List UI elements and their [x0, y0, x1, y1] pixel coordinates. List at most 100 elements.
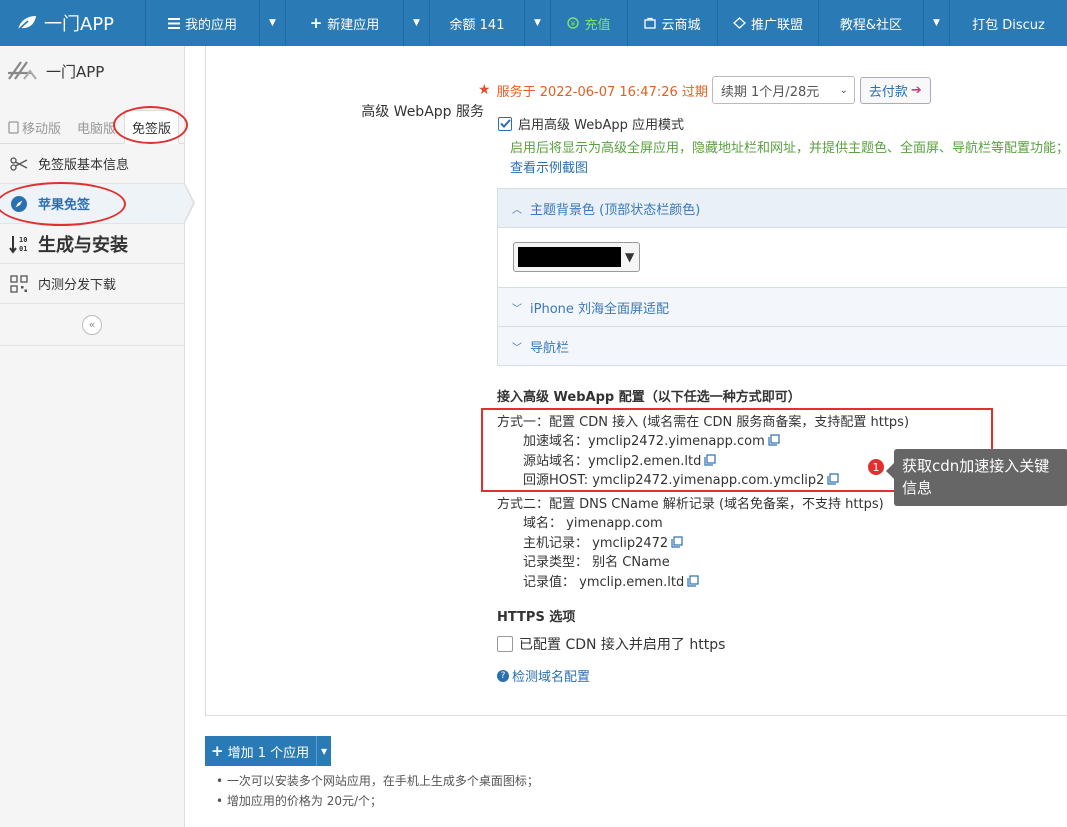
recharge-icon: ¥ — [567, 17, 580, 29]
nav-new-app[interactable]: + 新建应用 ▼ — [286, 0, 430, 46]
nav-recharge[interactable]: ¥ 充值 — [551, 0, 628, 46]
active-pointer — [184, 183, 195, 223]
panel-title: 导航栏 — [530, 340, 570, 356]
sidebar-item-build-install[interactable]: 10 01 生成与安装 — [0, 224, 184, 264]
check-domain-link[interactable]: ? 检测域名配置 — [497, 666, 590, 685]
method2-line: 记录值： ymclip.emen.ltd — [523, 571, 699, 590]
method2-line: 主机记录： ymclip2472 — [523, 532, 683, 551]
plus-icon: + — [211, 742, 224, 760]
panel-title: 主题背景色 (顶部状态栏颜色) — [530, 202, 701, 218]
add-app-label: 增加 1 个应用 — [227, 745, 310, 761]
sidebar-item-beta-download[interactable]: 内测分发下载 — [0, 264, 184, 304]
sidebar-item-label: 苹果免签 — [38, 198, 91, 213]
nav-discuz-label: 打包 Discuz — [972, 17, 1045, 33]
tab-desktop-label: 电脑版 — [77, 121, 117, 137]
enable-webapp-checkbox[interactable] — [498, 116, 512, 131]
note-line: • 增加应用的价格为 20元/个； — [216, 794, 383, 808]
brand-logo-link[interactable]: 一门APP — [0, 0, 146, 46]
copy-icon[interactable] — [671, 536, 683, 548]
nav-affiliate[interactable]: 推广联盟 — [718, 0, 819, 46]
service-status-row: ★ 服务于 2022-06-07 16:47:26 过期 续期 1个月/28元 … — [478, 76, 931, 104]
app-store-logo-icon — [6, 59, 40, 83]
domain-text: 域名： yimenapp.com — [523, 516, 663, 531]
sidebar-collapse: « — [0, 304, 184, 346]
chevron-down-icon[interactable]: ▼ — [403, 0, 429, 46]
svg-text:¥: ¥ — [571, 20, 576, 28]
version-tabs: 移动版 电脑版 免签版 — [0, 96, 188, 144]
panel-title: iPhone 刘海全面屏适配 — [530, 301, 670, 317]
sidebar-item-label: 内测分发下载 — [38, 278, 117, 293]
collapse-icon[interactable]: « — [82, 314, 102, 335]
https-option-row[interactable]: 已配置 CDN 接入并启用了 https — [497, 634, 725, 654]
safari-icon — [8, 195, 30, 213]
https-checkbox-label: 已配置 CDN 接入并启用了 https — [519, 637, 726, 653]
nav-my-apps-label: 我的应用 — [184, 17, 237, 33]
method2-line: 域名： yimenapp.com — [523, 512, 663, 531]
webapp-hint: 启用后将显示为高级全屏应用，隐藏地址栏和网址，并提供主题色、全面屏、导航栏等配置… — [510, 139, 1067, 179]
chevron-down-icon: ⌄ — [839, 84, 848, 96]
nav-my-apps[interactable]: 我的应用 ▼ — [146, 0, 286, 46]
record-value-text: 记录值： ymclip.emen.ltd — [523, 575, 685, 590]
qrcode-icon — [8, 274, 30, 293]
scissors-icon — [8, 156, 30, 171]
theme-color-panel-header[interactable]: ︿ 主题背景色 (顶部状态栏颜色) — [498, 189, 1067, 227]
check-domain-label: 检测域名配置 — [512, 670, 591, 685]
color-swatch — [518, 247, 621, 267]
leaf-logo-icon — [16, 14, 38, 32]
plus-icon: + — [309, 14, 323, 32]
nav-store-label: 云商城 — [661, 17, 701, 33]
list-icon — [167, 17, 180, 29]
theme-color-picker[interactable]: ▼ — [513, 242, 640, 272]
chevron-down-icon[interactable]: ▼ — [524, 0, 550, 46]
notch-panel: ﹀ iPhone 刘海全面屏适配 — [497, 287, 1067, 327]
chevron-down-icon[interactable]: ▼ — [259, 0, 285, 46]
chevron-down-icon[interactable]: ▼ — [923, 0, 949, 46]
mobile-icon — [8, 120, 19, 134]
https-checkbox[interactable] — [497, 636, 513, 652]
sidebar: 一门APP 移动版 电脑版 免签版 免签版基本信息 苹果免签 10 01 生成与… — [0, 46, 195, 827]
enable-webapp-row[interactable]: 启用高级 WebApp 应用模式 — [498, 114, 684, 133]
service-label: 高级 WebApp 服务 — [361, 104, 484, 120]
method2-title: 方式二：配置 DNS CName 解析记录 (域名免备案，不支持 https) — [497, 497, 884, 512]
tab-desktop[interactable]: 电脑版 — [69, 110, 124, 144]
caret-down-icon: ▼ — [625, 250, 635, 264]
add-app-notes: • 一次可以安装多个网站应用，在手机上生成多个桌面图标； • 增加应用的价格为 … — [216, 771, 539, 811]
sidebar-item-basic-info[interactable]: 免签版基本信息 — [0, 144, 184, 184]
tab-mobile-label: 移动版 — [22, 121, 62, 137]
star-icon: ★ — [478, 82, 491, 98]
sidebar-item-label: 免签版基本信息 — [38, 158, 130, 173]
record-type-text: 记录类型： 别名 CName — [523, 555, 670, 570]
example-screenshot-link[interactable]: 查看示例截图 — [510, 159, 1067, 179]
top-navbar: 一门APP 我的应用 ▼ + 新建应用 ▼ 余额 141 ▼ ¥ 充值 云商城 … — [0, 0, 1067, 46]
chevron-up-icon: ︿ — [512, 204, 522, 216]
svg-text:01: 01 — [19, 245, 27, 253]
caret-down-icon[interactable]: ▼ — [316, 736, 332, 766]
svg-text:10: 10 — [19, 236, 27, 244]
copy-icon[interactable] — [687, 575, 699, 587]
sidebar-item-label: 生成与安装 — [38, 234, 128, 256]
diamond-icon — [733, 17, 746, 29]
nav-store[interactable]: 云商城 — [628, 0, 718, 46]
navbar-panel-header[interactable]: ﹀ 导航栏 — [498, 327, 1067, 365]
add-app-button[interactable]: + 增加 1 个应用 — [205, 736, 317, 766]
nav-affiliate-label: 推广联盟 — [750, 17, 803, 33]
renew-period-select[interactable]: 续期 1个月/28元 ⌄ — [711, 76, 855, 104]
tab-free-sign[interactable]: 免签版 — [124, 110, 180, 144]
https-title: HTTPS 选项 — [497, 610, 576, 625]
nav-discuz[interactable]: 打包 Discuz — [950, 0, 1067, 46]
note-line: • 一次可以安装多个网站应用，在手机上生成多个桌面图标； — [216, 774, 539, 788]
nav-balance[interactable]: 余额 141 ▼ — [430, 0, 551, 46]
nav-tutorial-label: 教程&社区 — [839, 17, 903, 33]
renew-select-value: 续期 1个月/28元 — [720, 84, 820, 100]
notch-panel-header[interactable]: ﹀ iPhone 刘海全面屏适配 — [498, 288, 1067, 326]
annotation-badge: 1 — [866, 457, 886, 477]
tab-free-sign-label: 免签版 — [132, 121, 172, 137]
arrow-right-icon: ➔ — [910, 82, 922, 98]
navbar-panel: ﹀ 导航栏 — [497, 326, 1067, 366]
pay-button[interactable]: 去付款 ➔ — [859, 76, 931, 104]
nav-tutorial[interactable]: 教程&社区 ▼ — [819, 0, 950, 46]
sidebar-item-apple-free-sign[interactable]: 苹果免签 — [0, 182, 195, 226]
nav-recharge-label: 充值 — [584, 17, 611, 33]
tab-mobile[interactable]: 移动版 — [0, 110, 69, 144]
config-title: 接入高级 WebApp 配置（以下任选一种方式即可） — [497, 390, 801, 405]
